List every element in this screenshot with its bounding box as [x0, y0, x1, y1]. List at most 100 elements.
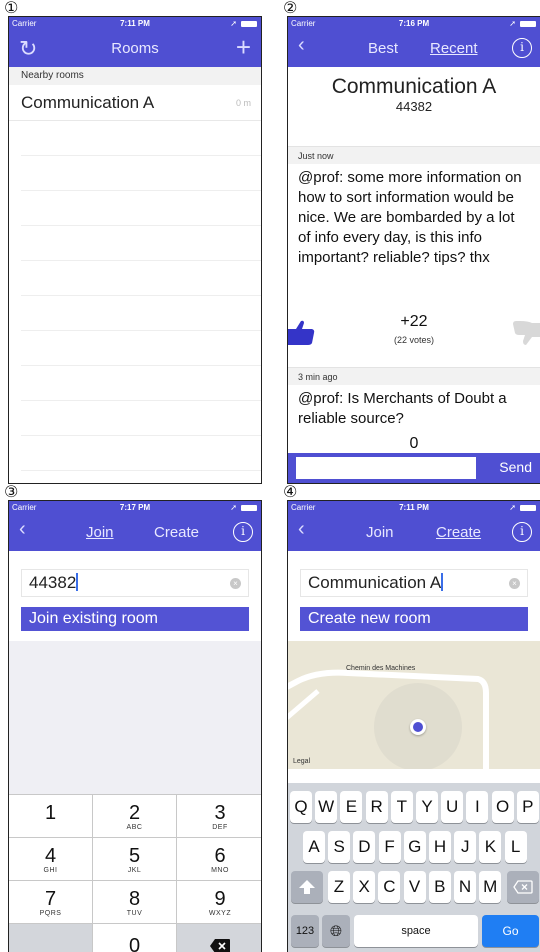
key-u[interactable]: U	[441, 791, 464, 823]
key-q[interactable]: Q	[290, 791, 312, 823]
location-map[interactable]: Chemin des Machines Legal	[288, 641, 540, 769]
key-digit: 9	[214, 888, 226, 910]
join-room-button[interactable]: Join existing room	[21, 607, 249, 631]
key-x[interactable]: X	[353, 871, 376, 903]
key-2[interactable]: 2 ABC	[93, 795, 177, 838]
key-a[interactable]: A	[303, 831, 325, 863]
key-e[interactable]: E	[340, 791, 363, 823]
room-code-input[interactable]: 44382 ×	[21, 569, 249, 597]
key-g[interactable]: G	[403, 831, 426, 863]
key-delete[interactable]	[177, 924, 261, 952]
key-f[interactable]: F	[378, 831, 401, 863]
key-d[interactable]: D	[353, 831, 376, 863]
key-i[interactable]: I	[466, 791, 489, 823]
key-o[interactable]: O	[491, 791, 514, 823]
row-separator	[21, 400, 261, 401]
key-z[interactable]: Z	[328, 871, 350, 903]
key-y[interactable]: Y	[416, 791, 438, 823]
shift-key[interactable]	[291, 871, 323, 903]
row-separator	[21, 155, 261, 156]
info-icon[interactable]: i	[233, 522, 253, 542]
nav-bar: ‹ Best Recent i	[288, 31, 540, 67]
key-letters: PQRS	[39, 910, 62, 917]
numeric-keypad: 1 2 ABC 3 DEF 4 GHI 5 JKL 6 MNO 7 PQRS 8 TUV 9W…	[9, 794, 261, 952]
location-arrow-icon: ➚	[509, 19, 516, 28]
globe-key[interactable]: 🌐︎	[322, 915, 350, 947]
key-p[interactable]: P	[516, 791, 539, 823]
delete-key[interactable]	[507, 871, 539, 903]
key-h[interactable]: H	[429, 831, 451, 863]
panel-label-4: ④	[283, 482, 298, 501]
tab-join[interactable]: Join	[366, 524, 394, 541]
room-name-input[interactable]: Communication A ×	[300, 569, 528, 597]
nav-bar: ‹ Join Create i	[288, 515, 540, 551]
create-room-button[interactable]: Create new room	[300, 607, 528, 631]
key-6[interactable]: 6 MNO	[177, 838, 261, 881]
backspace-icon	[513, 880, 533, 894]
key-w[interactable]: W	[315, 791, 338, 823]
key-1[interactable]: 1	[9, 795, 93, 838]
key-0[interactable]: 0	[93, 924, 177, 952]
tab-recent[interactable]: Recent	[430, 40, 478, 57]
compose-bar: Send	[288, 453, 540, 483]
tab-create[interactable]: Create	[154, 524, 199, 541]
key-v[interactable]: V	[403, 871, 426, 903]
post-timestamp: 3 min ago	[288, 367, 540, 385]
key-8[interactable]: 8 TUV	[93, 881, 177, 924]
numbers-key[interactable]: 123	[291, 915, 319, 947]
room-row[interactable]: Communication A 0 m	[9, 85, 261, 121]
panel-label-2: ②	[283, 0, 298, 17]
nav-title: Rooms	[111, 40, 159, 57]
key-s[interactable]: S	[328, 831, 351, 863]
status-bar: Carrier 7:16 PM ➚	[288, 17, 540, 31]
tab-join[interactable]: Join	[86, 524, 114, 541]
info-icon[interactable]: i	[512, 522, 532, 542]
info-icon[interactable]: i	[512, 38, 532, 58]
globe-icon: 🌐︎	[329, 923, 342, 940]
key-4[interactable]: 4 GHI	[9, 838, 93, 881]
add-icon[interactable]: +	[236, 32, 251, 63]
space-key[interactable]: space	[354, 915, 478, 947]
key-5[interactable]: 5 JKL	[93, 838, 177, 881]
status-bar: Carrier 7:11 PM ➚	[9, 17, 261, 31]
clock: 7:11 PM	[120, 19, 150, 28]
key-b[interactable]: B	[428, 871, 451, 903]
text-caret	[76, 573, 78, 591]
key-c[interactable]: C	[378, 871, 401, 903]
back-chevron-icon[interactable]: ‹	[298, 34, 305, 57]
key-j[interactable]: J	[454, 831, 477, 863]
tab-create[interactable]: Create	[436, 524, 481, 541]
key-3[interactable]: 3 DEF	[177, 795, 261, 838]
send-button[interactable]: Send	[499, 459, 532, 475]
go-key[interactable]: Go	[482, 915, 539, 947]
nav-bar: ‹ Join Create i	[9, 515, 261, 551]
clear-icon[interactable]: ×	[509, 578, 520, 589]
road-label: Chemin des Machines	[346, 665, 416, 672]
key-l[interactable]: L	[504, 831, 527, 863]
key-letters: DEF	[212, 824, 228, 831]
post-timestamp: Just now	[288, 146, 540, 164]
room-code-value: 44382	[29, 573, 77, 592]
screen-room-feed: Carrier 7:16 PM ➚ ‹ Best Recent i Commun…	[287, 16, 540, 484]
tab-best[interactable]: Best	[368, 40, 398, 57]
qwerty-keyboard: QWERTYUIOP ASDFGHJKL ZXCVBNM 123 🌐︎ spac…	[288, 783, 540, 952]
thumbs-down-icon[interactable]	[510, 319, 540, 347]
battery-icon	[241, 21, 257, 27]
message-input[interactable]	[296, 457, 476, 479]
clear-icon[interactable]: ×	[230, 578, 241, 589]
back-chevron-icon[interactable]: ‹	[19, 518, 26, 541]
row-separator	[21, 330, 261, 331]
row-separator	[21, 365, 261, 366]
back-chevron-icon[interactable]: ‹	[298, 518, 305, 541]
key-digit: 8	[128, 888, 141, 910]
key-m[interactable]: M	[479, 871, 502, 903]
map-legal-link[interactable]: Legal	[293, 758, 310, 765]
status-bar: Carrier 7:17 PM ➚	[9, 501, 261, 515]
key-n[interactable]: N	[454, 871, 476, 903]
key-7[interactable]: 7 PQRS	[9, 881, 93, 924]
status-bar: Carrier 7:11 PM ➚	[288, 501, 540, 515]
key-r[interactable]: R	[365, 791, 388, 823]
key-9[interactable]: 9 WXYZ	[177, 881, 261, 924]
key-k[interactable]: K	[479, 831, 502, 863]
key-t[interactable]: T	[390, 791, 413, 823]
